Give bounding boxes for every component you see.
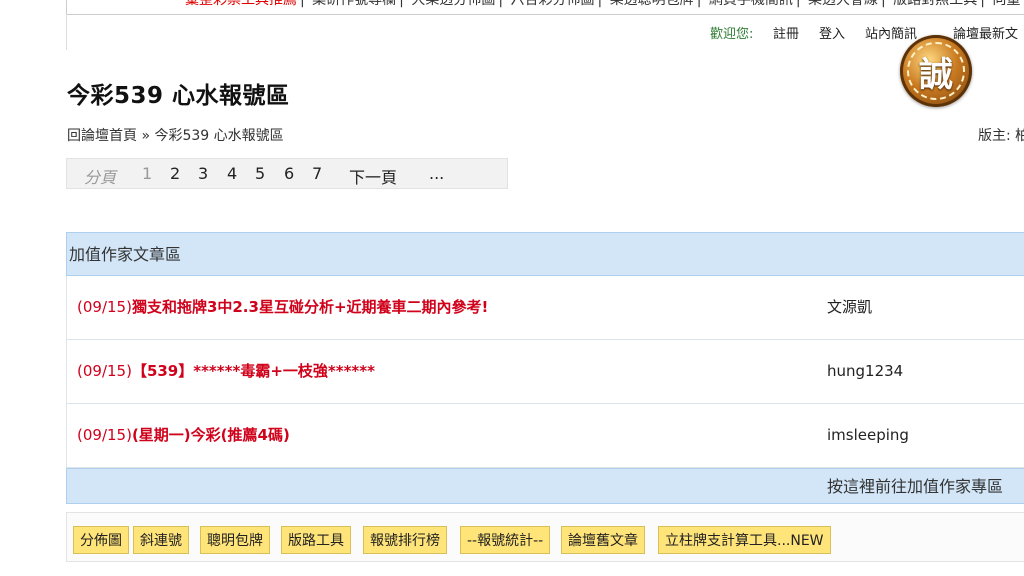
premium-writers-section: 加值作家文章區 (09/15)獨支和拖牌3中2.3星互碰分析+近期養車二期內參考…: [66, 232, 1024, 504]
thread-title: (星期一)今彩(推薦4碼): [131, 426, 290, 444]
topnav-link-3[interactable]: 大樂透分佈圖: [411, 0, 495, 8]
next-page-link[interactable]: 下一頁: [349, 164, 397, 188]
more-pages-link[interactable]: ...: [429, 164, 444, 183]
page-link-1[interactable]: 1: [142, 164, 152, 183]
register-link[interactable]: 註冊: [773, 27, 799, 43]
breadcrumb[interactable]: 回論壇首頁 » 今彩539 心水報號區: [67, 125, 284, 145]
tool-button-bar: 分佈圖 斜連號 聰明包牌 版路工具 報號排行榜 --報號統計-- 論壇舊文章 立…: [66, 512, 1024, 562]
section-footer: 按這裡前往加值作家專區: [66, 468, 1024, 504]
thread-title-link[interactable]: (09/15)獨支和拖牌3中2.3星互碰分析+近期養車二期內參考!: [77, 276, 488, 338]
page-title: 今彩539 心水報號區: [67, 83, 290, 109]
diagonal-numbers-button[interactable]: 斜連號: [133, 526, 189, 554]
thread-date: (09/15): [77, 426, 132, 444]
thread-author[interactable]: imsleeping: [827, 404, 909, 466]
login-link[interactable]: 登入: [819, 27, 845, 43]
left-divider: [66, 14, 67, 50]
topnav-link-1[interactable]: 彙整彩票工具推薦: [185, 0, 297, 8]
topnav-link-7[interactable]: 樂透大會線: [808, 0, 878, 8]
thread-row[interactable]: (09/15)獨支和拖牌3中2.3星互碰分析+近期養車二期內參考! 文源凱: [66, 276, 1024, 340]
pagination: 分頁 1 2 3 4 5 6 7 下一頁 ...: [66, 158, 508, 189]
pagination-label: 分頁: [84, 168, 117, 187]
top-nav-links: 彙整彩票工具推薦 | 集研作號專欄 | 大樂透分佈圖 | 六合彩分佈圖 | 樂透聰明包牌…: [185, 0, 1020, 7]
thread-title: 獨支和拖牌3中2.3星互碰分析+近期養車二期內參考!: [131, 298, 489, 316]
ranking-button[interactable]: 報號排行榜: [363, 526, 447, 554]
site-message-link[interactable]: 站內簡訊: [865, 27, 917, 43]
seal-ring: [907, 42, 965, 100]
smart-wheel-button[interactable]: 聰明包牌: [200, 526, 270, 554]
topnav-link-6[interactable]: 網頁手機簡訊: [709, 0, 793, 8]
thread-title-link[interactable]: (09/15)【539】******毒霸+一枝強******: [77, 340, 375, 402]
topnav-link-5[interactable]: 樂透聰明包牌: [610, 0, 694, 8]
topnav-link-8[interactable]: 版路對照工具: [893, 0, 977, 8]
latest-posts-link[interactable]: 論壇最新文: [953, 27, 1018, 43]
old-articles-button[interactable]: 論壇舊文章: [561, 526, 645, 554]
pillar-calculator-button[interactable]: 立柱牌支計算工具...NEW: [658, 526, 831, 554]
stats-button[interactable]: --報號統計--: [460, 526, 551, 554]
thread-author[interactable]: hung1234: [827, 340, 903, 402]
topnav-link-4[interactable]: 六合彩分佈圖: [511, 0, 595, 8]
page-link-4[interactable]: 4: [227, 164, 237, 183]
top-navigation: 彙整彩票工具推薦 | 集研作號專欄 | 大樂透分佈圖 | 六合彩分佈圖 | 樂透聰明包牌…: [66, 0, 1024, 14]
distribution-chart-button[interactable]: 分佈圖: [73, 526, 129, 554]
page-link-5[interactable]: 5: [255, 164, 265, 183]
topnav-link-9[interactable]: 向量: [992, 0, 1020, 8]
page-link-7[interactable]: 7: [312, 164, 322, 183]
thread-date: (09/15): [77, 298, 132, 316]
pattern-tool-button[interactable]: 版路工具: [281, 526, 351, 554]
seal-badge-icon[interactable]: 誠: [900, 35, 972, 107]
page-link-6[interactable]: 6: [284, 164, 294, 183]
thread-row[interactable]: (09/15)【539】******毒霸+一枝強****** hung1234: [66, 340, 1024, 404]
thread-author[interactable]: 文源凱: [827, 276, 872, 338]
section-header: 加值作家文章區: [66, 232, 1024, 276]
thread-title: 【539】******毒霸+一枝強******: [131, 362, 375, 380]
page-link-2[interactable]: 2: [170, 164, 180, 183]
page-link-3[interactable]: 3: [198, 164, 208, 183]
thread-date: (09/15): [77, 362, 132, 380]
welcome-text: 歡迎您:: [710, 27, 754, 42]
topnav-link-2[interactable]: 集研作號專欄: [312, 0, 396, 8]
top-divider: [66, 14, 1024, 15]
moderator-label: 版主: 柏: [978, 128, 1024, 144]
premium-zone-link[interactable]: 按這裡前往加值作家專區: [827, 469, 1003, 505]
thread-row[interactable]: (09/15)(星期一)今彩(推薦4碼) imsleeping: [66, 404, 1024, 468]
thread-title-link[interactable]: (09/15)(星期一)今彩(推薦4碼): [77, 404, 290, 466]
